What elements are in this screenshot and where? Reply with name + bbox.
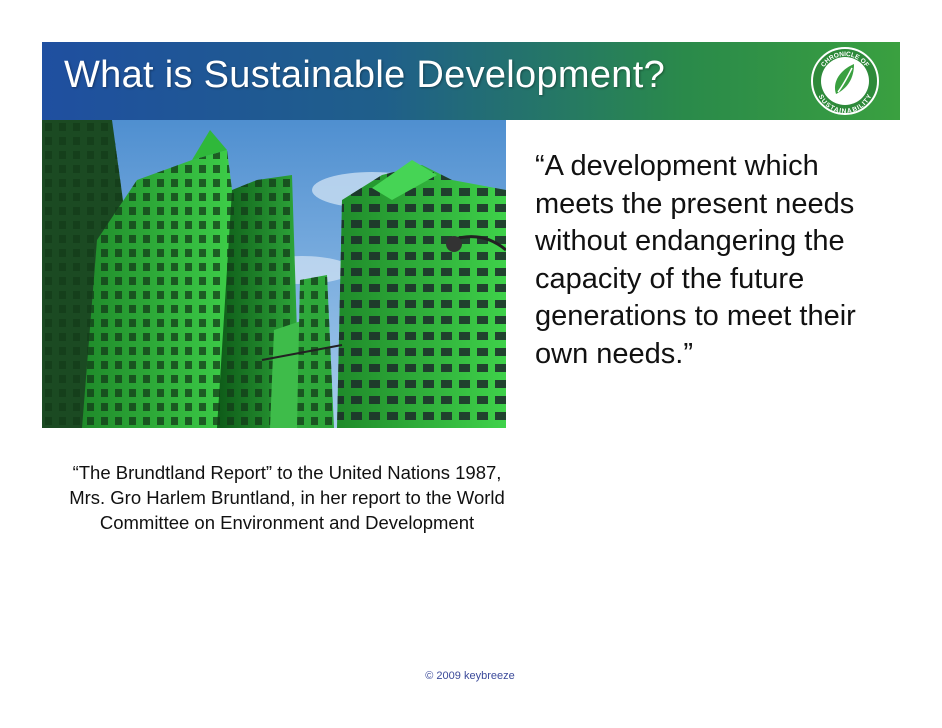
copyright-footer: © 2009 keybreeze (425, 670, 515, 682)
citation-text: “The Brundtland Report” to the United Na… (69, 462, 505, 533)
title-banner: What is Sustainable Development? CHRONIC… (42, 42, 900, 120)
sustainability-logo-icon: CHRONICLE OF SUSTAINABILITY (811, 47, 879, 115)
slide-title: What is Sustainable Development? (64, 54, 666, 96)
quote-text: “A development which meets the present n… (535, 150, 856, 370)
green-skyscrapers-photo (42, 120, 506, 428)
